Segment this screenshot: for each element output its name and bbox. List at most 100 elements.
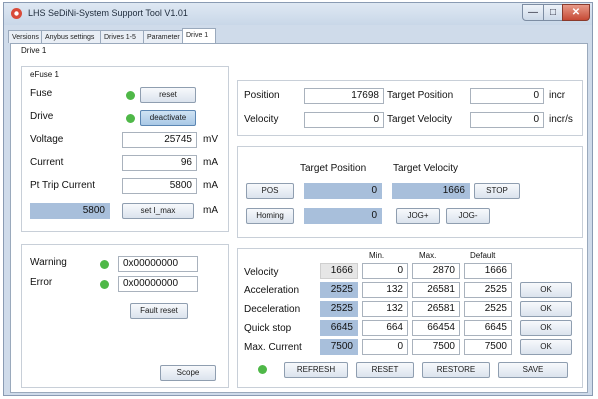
drive-page: Drive 1 eFuse 1 Fuse reset Drive deactiv… bbox=[10, 43, 588, 393]
imax-unit: mA bbox=[203, 205, 218, 216]
param-quick-stop-ok-button[interactable]: OK bbox=[520, 320, 572, 336]
homing-input[interactable]: 0 bbox=[304, 208, 382, 224]
param-max-current-min[interactable]: 0 bbox=[362, 339, 408, 355]
homing-button[interactable]: Homing bbox=[246, 208, 294, 224]
efuse-group: eFuse 1 Fuse reset Drive deactivate Volt… bbox=[21, 66, 229, 232]
param-max-current-value[interactable]: 7500 bbox=[320, 339, 358, 355]
param-deceleration-label: Deceleration bbox=[244, 304, 301, 315]
position-label: Position bbox=[244, 90, 280, 101]
param-quick-stop-value[interactable]: 6645 bbox=[320, 320, 358, 336]
tab-drives[interactable]: Drives 1-5 bbox=[100, 30, 144, 43]
param-quick-stop-default[interactable]: 6645 bbox=[464, 320, 512, 336]
param-max-current-default[interactable]: 7500 bbox=[464, 339, 512, 355]
app-window: LHS SeDiNi-System Support Tool V1.01 — □… bbox=[3, 2, 593, 396]
param-deceleration-value[interactable]: 2525 bbox=[320, 301, 358, 317]
connection-status-led bbox=[258, 365, 267, 374]
warning-led bbox=[100, 260, 109, 269]
target-velocity-input[interactable]: 1666 bbox=[392, 183, 470, 199]
param-acceleration-value[interactable]: 2525 bbox=[320, 282, 358, 298]
tab-drive-1[interactable]: Drive 1 bbox=[182, 28, 216, 44]
param-acceleration-default[interactable]: 2525 bbox=[464, 282, 512, 298]
target-velocity-header: Target Velocity bbox=[393, 163, 459, 174]
param-velocity-max[interactable]: 2870 bbox=[412, 263, 460, 279]
motion-group: Target Position Target Velocity POS 0 16… bbox=[237, 146, 583, 238]
max-header: Max. bbox=[419, 251, 437, 260]
param-quick-stop-max[interactable]: 66454 bbox=[412, 320, 460, 336]
restore-button[interactable]: RESTORE bbox=[422, 362, 490, 378]
param-deceleration-ok-button[interactable]: OK bbox=[520, 301, 572, 317]
param-velocity-default[interactable]: 1666 bbox=[464, 263, 512, 279]
target-velocity-field[interactable]: 0 bbox=[470, 112, 544, 128]
target-position-unit: incr bbox=[549, 90, 566, 101]
param-max-current-label: Max. Current bbox=[244, 342, 302, 353]
title-bar[interactable]: LHS SeDiNi-System Support Tool V1.01 — □… bbox=[4, 3, 592, 25]
param-velocity-label: Velocity bbox=[244, 267, 279, 278]
set-imax-button[interactable]: set I_max bbox=[122, 203, 194, 219]
pt-trip-current-unit: mA bbox=[203, 180, 218, 191]
window-title: LHS SeDiNi-System Support Tool V1.01 bbox=[28, 8, 188, 18]
param-acceleration-ok-button[interactable]: OK bbox=[520, 282, 572, 298]
velocity-label: Velocity bbox=[244, 114, 279, 125]
voltage-label: Voltage bbox=[30, 134, 64, 145]
stop-button[interactable]: STOP bbox=[474, 183, 520, 199]
error-led bbox=[100, 280, 109, 289]
imax-field[interactable]: 5800 bbox=[30, 203, 110, 219]
param-max-current-max[interactable]: 7500 bbox=[412, 339, 460, 355]
param-quick-stop-label: Quick stop bbox=[244, 323, 292, 334]
jog-plus-button[interactable]: JOG+ bbox=[396, 208, 440, 224]
reset-fuse-button[interactable]: reset bbox=[140, 87, 196, 103]
param-velocity-value[interactable]: 1666 bbox=[320, 263, 358, 279]
param-quick-stop-min[interactable]: 664 bbox=[362, 320, 408, 336]
close-button[interactable]: ✕ bbox=[562, 4, 590, 21]
default-header: Default bbox=[470, 251, 496, 260]
drive-status-led bbox=[126, 114, 135, 123]
efuse-group-title: eFuse 1 bbox=[30, 70, 59, 79]
deactivate-button[interactable]: deactivate bbox=[140, 110, 196, 126]
param-acceleration-label: Acceleration bbox=[244, 285, 300, 296]
jog-minus-button[interactable]: JOG- bbox=[446, 208, 490, 224]
app-icon bbox=[11, 8, 22, 19]
current-field[interactable]: 96 bbox=[122, 155, 197, 171]
drive-group-title: Drive 1 bbox=[21, 46, 47, 55]
param-max-current-ok-button[interactable]: OK bbox=[520, 339, 572, 355]
fuse-label: Fuse bbox=[30, 88, 53, 99]
voltage-unit: mV bbox=[203, 134, 218, 145]
refresh-button[interactable]: REFRESH bbox=[284, 362, 348, 378]
target-position-field[interactable]: 0 bbox=[470, 88, 544, 104]
current-label: Current bbox=[30, 157, 64, 168]
min-header: Min. bbox=[369, 251, 385, 260]
target-position-label: Target Position bbox=[387, 90, 454, 101]
maximize-button[interactable]: □ bbox=[543, 4, 563, 21]
fuse-status-led bbox=[126, 91, 135, 100]
pt-trip-current-field[interactable]: 5800 bbox=[122, 178, 197, 194]
target-position-input[interactable]: 0 bbox=[304, 183, 382, 199]
tab-parameter[interactable]: Parameter bbox=[143, 30, 183, 43]
minimize-button[interactable]: — bbox=[522, 4, 544, 21]
param-acceleration-min[interactable]: 132 bbox=[362, 282, 408, 298]
param-deceleration-default[interactable]: 2525 bbox=[464, 301, 512, 317]
pt-trip-current-label: Pt Trip Current bbox=[30, 180, 96, 191]
drive-label: Drive bbox=[30, 111, 54, 122]
target-velocity-label: Target Velocity bbox=[387, 114, 453, 125]
save-button[interactable]: SAVE bbox=[498, 362, 568, 378]
param-deceleration-min[interactable]: 132 bbox=[362, 301, 408, 317]
param-velocity-min[interactable]: 0 bbox=[362, 263, 408, 279]
scope-button[interactable]: Scope bbox=[160, 365, 216, 381]
param-deceleration-max[interactable]: 26581 bbox=[412, 301, 460, 317]
warning-code-field[interactable]: 0x00000000 bbox=[118, 256, 198, 272]
reset-button[interactable]: RESET bbox=[356, 362, 414, 378]
velocity-field[interactable]: 0 bbox=[304, 112, 384, 128]
error-label: Error bbox=[30, 277, 53, 288]
voltage-field[interactable]: 25745 bbox=[122, 132, 197, 148]
error-code-field[interactable]: 0x00000000 bbox=[118, 276, 198, 292]
current-unit: mA bbox=[203, 157, 218, 168]
pos-button[interactable]: POS bbox=[246, 183, 294, 199]
position-field[interactable]: 17698 bbox=[304, 88, 384, 104]
fault-reset-button[interactable]: Fault reset bbox=[130, 303, 188, 319]
position-group: Position 17698 Target Position 0 incr Ve… bbox=[237, 80, 583, 136]
tab-anybus-settings[interactable]: Anybus settings bbox=[41, 30, 101, 43]
tab-versions[interactable]: Versions bbox=[8, 30, 42, 43]
parameters-group: Min. Max. Default Velocity 1666 0 2870 1… bbox=[237, 248, 583, 388]
target-position-header: Target Position bbox=[300, 163, 367, 174]
param-acceleration-max[interactable]: 26581 bbox=[412, 282, 460, 298]
